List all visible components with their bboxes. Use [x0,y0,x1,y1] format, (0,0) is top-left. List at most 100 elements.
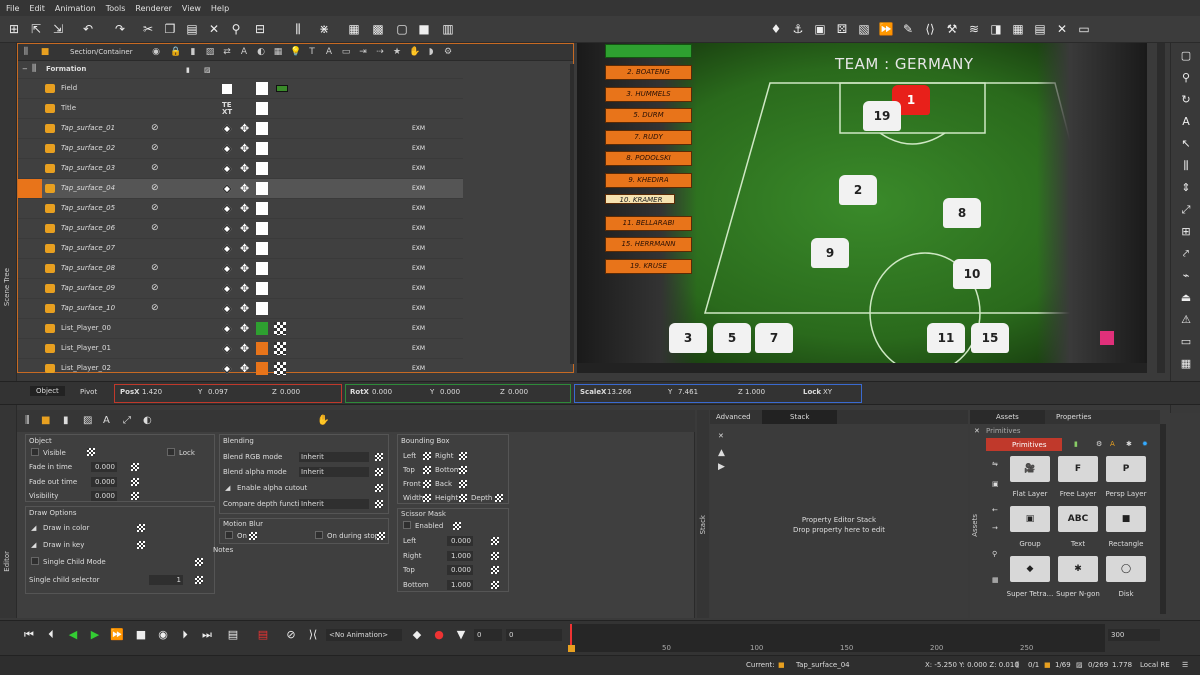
script-icon[interactable]: ⟨⟩ [922,21,938,37]
tab-stack-side[interactable]: Stack [699,515,707,534]
move-icon[interactable]: ✥ [240,163,249,174]
brush-icon[interactable]: ✎ [900,21,916,37]
save-icon[interactable]: ⇲ [50,21,66,37]
move-icon[interactable]: ✥ [240,283,249,294]
bbox-top-key-icon[interactable] [423,466,431,474]
transform-icon[interactable] [222,324,232,334]
layer-icon[interactable]: ▨ [83,415,92,426]
scissor-top-input[interactable]: 0.000 [447,565,473,575]
hidden-eye-icon[interactable]: ⊘ [151,203,159,213]
material-icon[interactable]: ◐ [143,415,152,426]
add-track-icon[interactable]: ▤ [226,628,240,642]
pivot-marker[interactable] [1100,331,1114,345]
layer-column-icon[interactable]: ▨ [205,47,215,57]
columns-icon[interactable]: ⫼ [25,415,30,426]
record-icon[interactable]: ● [432,628,446,642]
move-icon[interactable]: ✥ [240,323,249,334]
link-keys-icon[interactable]: ⊘ [284,628,298,642]
scene-row[interactable]: Title TE XT [18,99,463,119]
menu-tools[interactable]: Tools [106,4,126,13]
font-column-icon[interactable]: A [324,47,334,57]
hidden-eye-icon[interactable]: ⊘ [151,183,159,193]
container-icon[interactable]: ■ [41,415,50,426]
transform-icon[interactable] [222,204,232,214]
texture-swatch[interactable] [274,362,286,375]
go-end-icon[interactable]: ⏭ [200,628,214,642]
grid-icon[interactable]: ▦ [346,21,362,37]
tab-properties[interactable]: Properties [1056,413,1091,421]
paste-icon[interactable]: ▤ [184,21,200,37]
visible-key-icon[interactable] [87,448,95,456]
blend-alpha-select[interactable]: Inherit [299,467,369,477]
draw-in-key-checkbox[interactable]: ◢ [31,541,36,549]
group-icon[interactable]: ▩ [370,21,386,37]
draw-in-color-key-icon[interactable] [137,524,145,532]
forward-icon[interactable]: ⏩ [878,21,894,37]
keyframe-icon[interactable]: ◆ [410,628,424,642]
material-swatch[interactable] [256,202,268,215]
stack-icon[interactable]: ≋ [966,21,982,37]
undo-icon[interactable]: ↶ [80,21,96,37]
play-reverse-icon[interactable]: ◀ [66,628,80,642]
copy-icon[interactable]: ❐ [162,21,178,37]
fade-out-key-icon[interactable] [131,478,139,486]
lock-column-icon[interactable]: 🔒 [170,47,181,57]
image-asset-icon[interactable]: ▮ [1074,440,1078,448]
frame-current-input[interactable]: 0 [506,629,562,641]
text-tool-icon[interactable]: A [1178,114,1194,130]
material-swatch[interactable] [256,242,268,255]
fade-in-input[interactable]: 0.000 [91,462,117,472]
cut-icon[interactable]: ✂ [140,21,156,37]
move-tool-icon[interactable]: ⇕ [1178,180,1194,196]
new-scene-icon[interactable]: ⊞ [6,21,22,37]
move-icon[interactable]: ✥ [240,123,249,134]
move-icon[interactable]: ✥ [240,243,249,254]
node-tool-icon[interactable]: ⊞ [1178,224,1194,240]
alpha-icon[interactable]: A [103,415,110,426]
frame-tool-icon[interactable]: ▢ [1178,48,1194,64]
move-icon[interactable]: ✥ [240,223,249,234]
visibility-input[interactable]: 0.000 [91,491,117,501]
material-swatch[interactable] [256,322,268,335]
image-icon[interactable]: ▧ [856,21,872,37]
scene-row[interactable]: Tap_surface_08 ⊘ ✥ EXM [18,259,463,279]
layout-icon[interactable]: ◨ [988,21,1004,37]
single-child-mode-checkbox[interactable] [31,557,39,565]
scissor-bottom-input[interactable]: 1.000 [447,580,473,590]
hidden-eye-icon[interactable]: ⊘ [151,143,159,153]
transform-icon[interactable] [222,344,232,354]
anchor-icon[interactable]: ⚓ [790,21,806,37]
scaley-value[interactable]: 7.461 [678,388,698,396]
draw-in-key-key-icon[interactable] [137,541,145,549]
menu-file[interactable]: File [6,4,19,13]
lock-select[interactable]: XY [823,388,832,396]
texture-swatch[interactable] [276,85,288,92]
menu-icon[interactable]: ☰ [1182,661,1188,669]
curve-tool-icon[interactable]: ⌁ [1178,268,1194,284]
table-icon[interactable]: ▤ [1032,21,1048,37]
bbox-back-key-icon[interactable] [459,480,467,488]
primitive-tile[interactable]: 🎥 [1010,456,1050,482]
menu-animation[interactable]: Animation [55,4,96,13]
material-column-icon[interactable]: ◐ [256,47,266,57]
single-child-selector-input[interactable]: 1 [149,575,183,585]
layers-icon[interactable]: ▥ [440,21,456,37]
posy-value[interactable]: 0.097 [208,388,228,396]
single-child-selector-key-icon[interactable] [195,576,203,584]
compare-depth-select[interactable]: Inherit [299,499,369,509]
frame-icon[interactable]: ▢ [394,21,410,37]
menu-renderer[interactable]: Renderer [135,4,172,13]
animation-select[interactable]: <No Animation> [326,629,402,641]
arrow-tool-icon[interactable]: ↖ [1178,136,1194,152]
scene-tree-scrollbar[interactable] [570,64,574,364]
scene-row[interactable]: Tap_surface_10 ⊘ ✥ EXM [18,299,463,319]
container-icon[interactable]: ■ [40,47,50,57]
transform-icon[interactable] [222,244,232,254]
bbox-bottom-key-icon[interactable] [459,466,467,474]
filter-icon[interactable]: ▼ [454,628,468,642]
blend-alpha-key-icon[interactable] [375,468,383,476]
move-icon[interactable]: ✥ [240,183,249,194]
blend-rgb-key-icon[interactable] [375,453,383,461]
frame-start-input[interactable]: 0 [474,629,502,641]
scissor-enabled-checkbox[interactable] [403,521,411,529]
